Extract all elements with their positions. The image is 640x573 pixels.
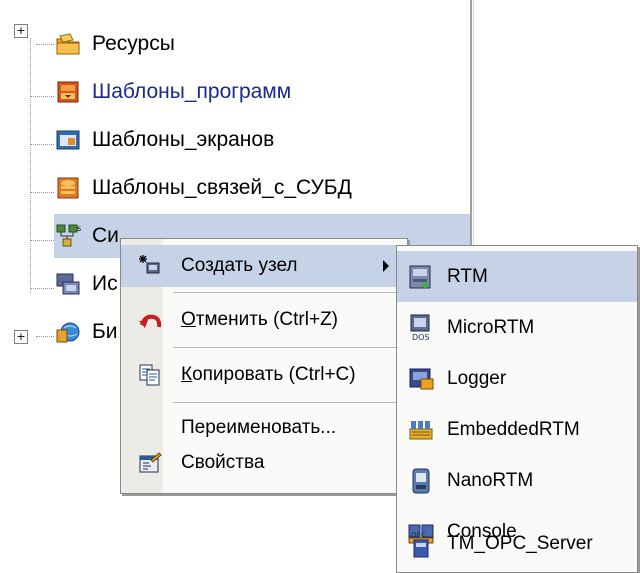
- tree-item-label: Шаблоны_программ: [92, 80, 292, 103]
- menu-separator: [173, 402, 403, 404]
- tree-line: [30, 240, 54, 241]
- tree-line: [36, 336, 54, 337]
- menu-item-label: Отменить (Ctrl+Z): [181, 309, 338, 331]
- system-network-icon: s: [54, 222, 82, 250]
- svg-text:s: s: [77, 224, 81, 233]
- menu-item-undo[interactable]: Отменить (Ctrl+Z): [121, 299, 407, 341]
- program-templates-icon: [54, 78, 82, 106]
- menu-separator: [173, 347, 403, 349]
- tree-line: [30, 96, 54, 97]
- menu-item-label: Копировать (Ctrl+C): [181, 364, 356, 386]
- menu-item-label-rest: опировать (Ctrl+C): [192, 364, 356, 385]
- create-node-icon: [137, 253, 163, 279]
- opc-badge: OPC: [411, 531, 426, 539]
- copy-icon: [137, 362, 163, 388]
- properties-icon: [137, 450, 163, 476]
- sources-icon: [54, 270, 82, 298]
- tree-line: [30, 144, 54, 145]
- tree-item-label: Ресурсы: [92, 32, 175, 55]
- undo-icon: [137, 307, 163, 333]
- tree-item-screen-templates[interactable]: Шаблоны_экранов: [54, 118, 274, 162]
- screen-templates-icon: [54, 126, 82, 154]
- menu-item-label: Переименовать...: [181, 417, 337, 438]
- submenu-item-label: Logger: [447, 367, 507, 389]
- logger-icon: [407, 364, 435, 394]
- submenu-item-embeddedrtm[interactable]: EmbeddedRTM: [397, 404, 637, 455]
- folder-resources-icon: [54, 30, 82, 58]
- menu-separator: [173, 292, 403, 294]
- tree-item-program-templates[interactable]: Шаблоны_программ: [54, 70, 291, 114]
- dos-badge: DOS: [412, 333, 430, 342]
- tree-item-libraries[interactable]: Би: [54, 310, 118, 354]
- embeddedrtm-icon: [407, 415, 435, 445]
- submenu-arrow-icon: [383, 260, 389, 272]
- submenu-item-logger[interactable]: Logger: [397, 353, 637, 404]
- submenu-item-label: RTM: [447, 265, 488, 287]
- submenu-item-label: TM_OPC_Server: [447, 532, 593, 554]
- mnemonic: К: [181, 364, 193, 385]
- tree-line: [30, 288, 54, 289]
- submenu-item-nanortm[interactable]: NanoRTM: [397, 455, 637, 506]
- rtm-icon: [407, 262, 435, 292]
- nanortm-icon: [407, 466, 435, 496]
- tree-item-label: Шаблоны_экранов: [92, 128, 275, 151]
- expand-toggle[interactable]: +: [14, 330, 28, 344]
- tree-item-label: Си: [92, 224, 119, 247]
- tree-line: [30, 192, 54, 193]
- context-menu: Создать узел Отменить (Ctrl+Z) Копироват…: [120, 238, 408, 494]
- micrortm-icon: DOS: [407, 313, 435, 343]
- dbms-templates-icon: [54, 174, 82, 202]
- menu-item-copy[interactable]: Копировать (Ctrl+C): [121, 354, 407, 396]
- submenu-item-micrortm[interactable]: DOS MicroRTM: [397, 302, 637, 353]
- tree-item-label: Би: [92, 320, 118, 343]
- tree-item-label: Ис: [92, 272, 118, 295]
- submenu-item-rtm[interactable]: RTM: [397, 251, 637, 302]
- expand-toggle[interactable]: +: [14, 24, 28, 38]
- submenu-item-tm-opc-server[interactable]: OPC TM_OPC_Server: [397, 518, 637, 569]
- menu-item-create-node[interactable]: Создать узел: [121, 245, 407, 287]
- mnemonic: О: [181, 309, 196, 330]
- menu-item-label-rest: тменить (Ctrl+Z): [195, 309, 339, 330]
- tree-item-dbms-templates[interactable]: Шаблоны_связей_с_СУБД: [54, 166, 352, 210]
- tree-item-resources[interactable]: Ресурсы: [54, 22, 175, 66]
- menu-item-properties[interactable]: Свойства: [121, 442, 407, 484]
- tree-item-label: Шаблоны_связей_с_СУБД: [92, 176, 352, 199]
- tree-line: [30, 38, 31, 293]
- menu-item-label: Создать узел: [181, 255, 298, 276]
- tree-line: [36, 44, 54, 45]
- menu-item-label: Свойства: [181, 452, 265, 473]
- libraries-icon: [54, 318, 82, 346]
- opc-server-icon: OPC: [407, 529, 435, 559]
- submenu-item-label: MicroRTM: [447, 316, 535, 338]
- submenu-item-label: NanoRTM: [447, 469, 534, 491]
- tree-item-sources[interactable]: Ис: [54, 262, 118, 306]
- submenu-item-label: EmbeddedRTM: [447, 418, 580, 440]
